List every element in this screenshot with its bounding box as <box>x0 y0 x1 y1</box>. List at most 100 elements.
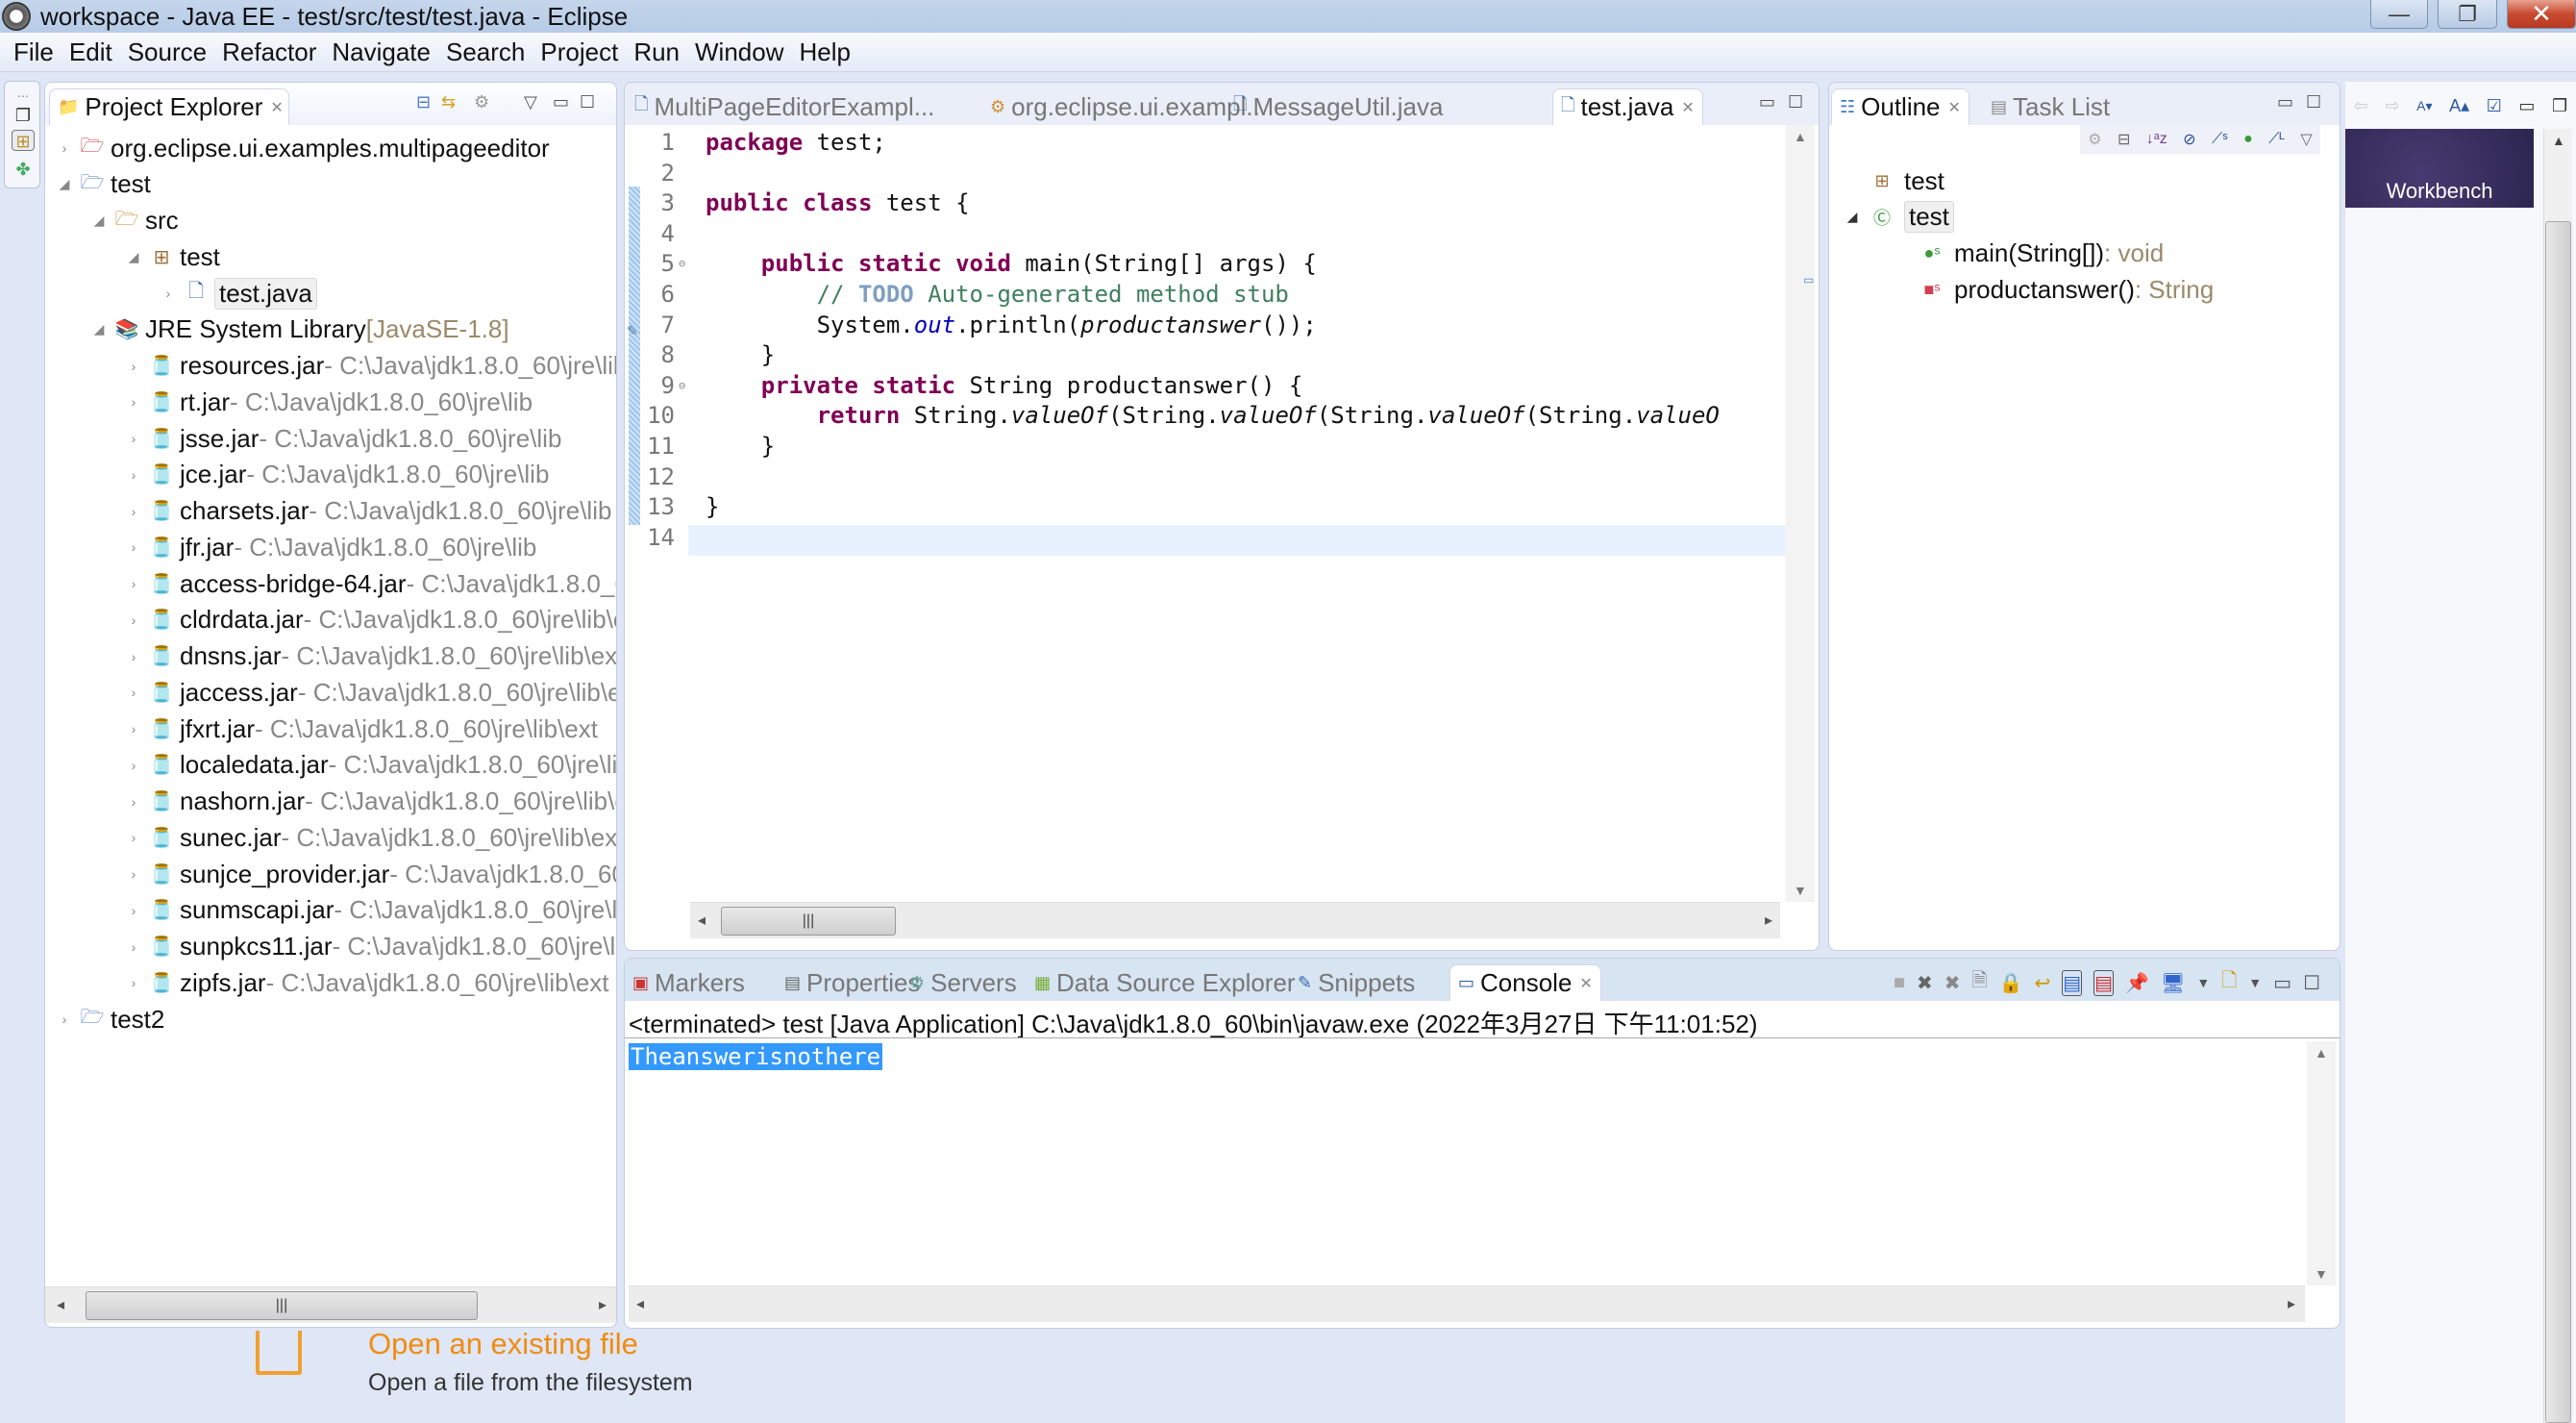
tab-console[interactable]: ▭ Console ✕ <box>1449 964 1601 1001</box>
outline-item[interactable]: ◢ Ⓒtest <box>1843 200 1954 235</box>
menu-window[interactable]: Window <box>687 37 791 67</box>
tree-item[interactable]: › 🫙 nashorn.jar - C:\Java\jdk1.8.0_60\jre\… <box>126 785 616 819</box>
restore-icon[interactable]: ❐ <box>12 105 35 126</box>
expand-arrow-icon[interactable]: › <box>126 758 141 773</box>
tree-item[interactable]: › 🫙 zipfs.jar - C:\Java\jdk1.8.0_60\jre\li… <box>126 965 609 1000</box>
minimize-icon[interactable]: ▭ <box>2273 971 2291 995</box>
minimize-icon[interactable]: ▭ <box>2277 92 2293 112</box>
scroll-left-icon[interactable]: ◂ <box>636 1294 644 1313</box>
collapse-arrow-icon[interactable]: ◢ <box>1843 209 1862 225</box>
scroll-thumb[interactable]: ||| <box>721 907 896 936</box>
tree-item[interactable]: › 🫙 sunmscapi.jar - C:\Java\jdk1.8.0_60\jr… <box>126 893 616 928</box>
tree-item[interactable]: › 🫙 charsets.jar - C:\Java\jdk1.8.0_60\jre… <box>126 494 612 529</box>
collapse-all-icon[interactable]: ⊟ <box>416 92 431 112</box>
focus-icon[interactable]: ⚙ <box>2088 130 2101 149</box>
scroll-thumb[interactable] <box>2545 221 2571 1423</box>
scroll-lock-icon[interactable]: 🔒 <box>1999 971 2023 995</box>
minimize-icon[interactable]: ▭ <box>553 92 569 112</box>
expand-arrow-icon[interactable]: › <box>161 286 176 301</box>
remove-launch-icon[interactable]: ✖ <box>1917 971 1933 995</box>
expand-arrow-icon[interactable]: › <box>126 903 141 918</box>
increase-font-icon[interactable]: A▴ <box>2449 96 2469 116</box>
tree-item[interactable]: › 🫙 jfxrt.jar - C:\Java\jdk1.8.0_60\jre\li… <box>126 712 598 746</box>
tab-project-explorer[interactable]: 📁 Project Explorer ✕ <box>49 88 289 125</box>
tab-servers[interactable]: ⚙ Servers <box>902 964 1025 1001</box>
tree-item[interactable]: › 🫙 resources.jar - C:\Java\jdk1.8.0_60\jr… <box>126 349 616 384</box>
tree-item[interactable]: ◢ ⊞ test <box>126 239 220 274</box>
display-console-icon[interactable]: 🖥 <box>2161 971 2185 995</box>
expand-arrow-icon[interactable]: › <box>126 539 141 555</box>
tree-item[interactable]: › 🫙 dnsns.jar - C:\Java\jdk1.8.0_60\jre\li… <box>126 639 616 674</box>
expand-arrow-icon[interactable]: › <box>126 467 141 483</box>
overview-marker-icon[interactable]: ▭ <box>1803 273 1814 287</box>
hide-nonpublic-icon[interactable]: ● <box>2243 131 2253 148</box>
reduce-font-icon[interactable]: A▾ <box>2416 98 2432 114</box>
expand-arrow-icon[interactable]: › <box>126 504 141 519</box>
terminate-icon[interactable]: ■ <box>1894 972 1905 994</box>
task-marker-icon[interactable]: ✎ <box>627 323 638 339</box>
tab-task-list[interactable]: ▤ Task List <box>1983 88 2118 125</box>
collapse-arrow-icon[interactable]: ◢ <box>91 212 107 229</box>
view-menu-icon[interactable]: ▽ <box>2300 130 2312 149</box>
outline-item[interactable]: ■ˢ productanswer() : String <box>1893 272 2215 307</box>
tree-item[interactable]: ◢ 📚 JRE System Library [JavaSE-1.8] <box>91 312 509 347</box>
tree-item[interactable]: › 🫙 rt.jar - C:\Java\jdk1.8.0_60\jre\lib <box>126 385 533 419</box>
menu-navigate[interactable]: Navigate <box>324 37 438 67</box>
outline-item[interactable]: ⊞ test <box>1843 163 1944 198</box>
code-line[interactable]: 5 ⊖ public static void main(String[] args… <box>640 248 1317 279</box>
expand-arrow-icon[interactable]: › <box>126 359 141 374</box>
sort-icon[interactable]: ↓ᵃz <box>2146 131 2167 148</box>
tree-item[interactable]: › 🫙 sunpkcs11.jar - C:\Java\jdk1.8.0_60\jr… <box>126 930 616 964</box>
scroll-left-icon[interactable]: ◂ <box>57 1295 64 1314</box>
tree-item[interactable]: › 🫙 cldrdata.jar - C:\Java\jdk1.8.0_60\jre… <box>126 603 616 637</box>
code-line[interactable]: 9 ⊖ private static String productanswer()… <box>640 370 1303 401</box>
scroll-up-icon[interactable]: ▲ <box>2315 1045 2328 1061</box>
expand-arrow-icon[interactable]: › <box>126 649 141 664</box>
expand-arrow-icon[interactable]: › <box>126 975 141 990</box>
scroll-down-icon[interactable]: ▼ <box>1794 883 1807 898</box>
project-explorer-hscrollbar[interactable]: ◂ ||| ▸ <box>45 1286 616 1323</box>
menu-source[interactable]: Source <box>120 37 214 67</box>
collapse-arrow-icon[interactable]: ◢ <box>126 249 141 265</box>
hide-fields-icon[interactable]: ⊘ <box>2183 130 2195 149</box>
tab-data-source-explorer[interactable]: ▦ Data Source Explorer <box>1027 964 1303 1001</box>
console-vscrollbar[interactable]: ▲ ▼ <box>2307 1041 2336 1286</box>
expand-arrow-icon[interactable]: › <box>126 612 141 628</box>
tree-item[interactable]: › 🫙 jfr.jar - C:\Java\jdk1.8.0_60\jre\lib <box>126 530 537 564</box>
scroll-up-icon[interactable]: ▲ <box>1794 129 1807 144</box>
tree-item[interactable]: › 🫙 jaccess.jar - C:\Java\jdk1.8.0_60\jre\… <box>126 675 616 710</box>
workbench-button[interactable]: Workbench <box>2345 129 2534 208</box>
remove-all-icon[interactable]: ✖ <box>1944 971 1961 995</box>
expand-arrow-icon[interactable]: › <box>126 866 141 882</box>
tab-markers[interactable]: ▣ Markers <box>625 964 753 1001</box>
minimize-icon[interactable]: ▭ <box>1759 92 1775 112</box>
code-line[interactable]: 4 <box>640 218 706 249</box>
trim-handle-icon[interactable]: ⋯ <box>12 86 35 107</box>
tree-item[interactable]: ◢ 🗁 test <box>57 167 151 202</box>
fold-toggle-icon[interactable]: ⊖ <box>679 257 690 270</box>
tree-item[interactable]: › 🫙 jce.jar - C:\Java\jdk1.8.0_60\jre\lib <box>126 458 550 492</box>
code-area[interactable]: ▲ ▼ ▭ ✎ ◂ ||| ▸ 1 package test; 2 3 public c… <box>625 125 1819 950</box>
code-line[interactable]: 8 } <box>640 339 776 370</box>
restore-icon[interactable]: ❐ <box>2552 96 2567 116</box>
tree-item[interactable]: › 🫙 sunec.jar - C:\Java\jdk1.8.0_60\jre\li… <box>126 820 616 855</box>
scroll-right-icon[interactable]: ▸ <box>1765 911 1772 930</box>
tab-multipageeditorexampl[interactable]: 🗋 MultiPageEditorExampl... <box>627 88 942 125</box>
menu-file[interactable]: File <box>6 37 62 67</box>
code-line[interactable]: 7 System.out.println(productanswer()); <box>640 310 1317 340</box>
tab-test-java[interactable]: 🗋 test.java ✕ <box>1552 88 1703 125</box>
code-line[interactable]: 11 } <box>640 431 775 462</box>
code-line[interactable]: 13} <box>640 491 719 522</box>
editor-hscrollbar[interactable]: ◂ ||| ▸ <box>690 902 1780 938</box>
collapse-all-icon[interactable]: ⊟ <box>2118 130 2130 149</box>
minimize-icon[interactable]: ▭ <box>2518 96 2535 116</box>
tree-item[interactable]: › 🫙 sunjce_provider.jar - C:\Java\jdk1.8.0… <box>126 857 616 891</box>
tree-item[interactable]: › 🗁 org.eclipse.ui.examples.multipageedito… <box>57 131 550 165</box>
expand-arrow-icon[interactable]: › <box>126 939 141 955</box>
maximize-icon[interactable]: ☐ <box>2306 92 2321 112</box>
code-line[interactable]: 1 package test; <box>640 127 886 158</box>
dropdown-icon[interactable]: ▼ <box>2248 975 2262 990</box>
view-menu-icon[interactable]: ▽ <box>524 92 537 112</box>
maximize-icon[interactable]: ☐ <box>580 92 595 112</box>
code-line[interactable]: 10 return String.valueOf(String.valueOf(… <box>640 400 1720 431</box>
